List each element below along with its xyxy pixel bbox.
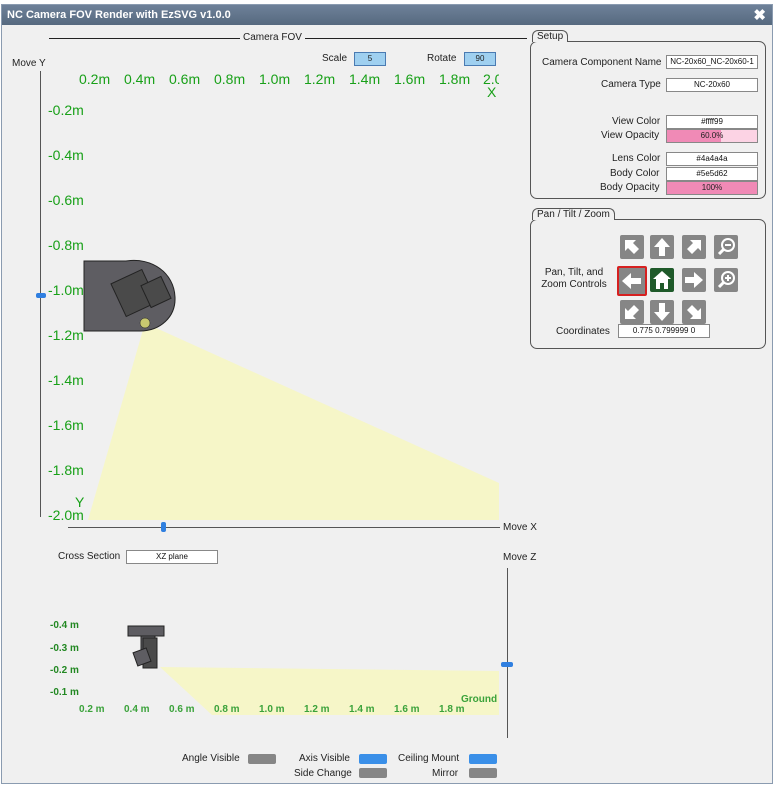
arrow-up-right-icon — [687, 240, 701, 254]
coordinates-input[interactable]: 0.775 0.799999 0 — [618, 324, 710, 338]
camera-type-label: Camera Type — [601, 79, 661, 90]
home-button[interactable] — [650, 268, 674, 292]
axis-visible-label: Axis Visible — [299, 753, 350, 764]
cs-x-tick: 1.2 m — [304, 704, 330, 715]
pan-up-right-button[interactable] — [682, 235, 706, 259]
arrow-down-right-icon — [687, 305, 701, 319]
zoom-out-button[interactable] — [714, 235, 738, 259]
view-color-label: View Color — [612, 116, 661, 127]
pan-down-left-button[interactable] — [620, 300, 644, 324]
ptz-panel-title: Pan / Tilt / Zoom — [532, 208, 615, 220]
lens-color-label: Lens Color — [612, 153, 661, 164]
arrow-up-icon — [654, 238, 670, 256]
side-change-label: Side Change — [294, 768, 352, 779]
z-tick: -0.3 m — [50, 643, 79, 654]
lens-color-input[interactable]: #4a4a4a — [666, 152, 758, 166]
ptz-controls-text: Pan, Tilt, and Zoom Controls — [541, 267, 607, 290]
zoom-in-button[interactable] — [714, 268, 738, 292]
mirror-label: Mirror — [432, 768, 459, 779]
coordinates-label: Coordinates — [556, 326, 610, 337]
cs-x-tick: 1.0 m — [259, 704, 285, 715]
cs-x-tick: 0.2 m — [79, 704, 105, 715]
z-tick: -0.2 m — [50, 665, 79, 676]
z-tick: -0.4 m — [50, 620, 79, 631]
side-change-toggle[interactable] — [359, 768, 387, 778]
arrow-up-left-icon — [625, 240, 639, 254]
ptz-controls-label: Pan, Tilt, and Zoom Controls — [538, 267, 610, 291]
cs-x-tick: 1.6 m — [394, 704, 420, 715]
pan-down-right-button[interactable] — [682, 300, 706, 324]
tilt-down-button[interactable] — [650, 300, 674, 324]
arrow-right-icon — [685, 272, 703, 288]
zoom-in-icon — [717, 271, 735, 289]
cs-x-tick: 0.6 m — [169, 704, 195, 715]
pan-right-button[interactable] — [682, 268, 706, 292]
body-opacity-slider[interactable]: 100% — [666, 181, 758, 195]
cs-x-tick: 1.8 m — [439, 704, 465, 715]
arrow-down-left-icon — [625, 305, 639, 319]
main-window: NC Camera FOV Render with EzSVG v1.0.0 ✖… — [1, 4, 773, 784]
camera-type-input[interactable]: NC-20x60 — [666, 78, 758, 92]
cs-x-tick: 0.4 m — [124, 704, 150, 715]
view-color-input[interactable]: #ffff99 — [666, 115, 758, 129]
pan-up-left-button[interactable] — [620, 235, 644, 259]
ground-label: Ground — [461, 694, 498, 705]
pan-left-button[interactable] — [617, 266, 647, 296]
arrow-left-icon — [622, 273, 641, 289]
body-color-label: Body Color — [610, 168, 660, 179]
zoom-out-icon — [717, 238, 735, 256]
component-name-input[interactable]: NC-20x60_NC-20x60-1 — [666, 55, 758, 69]
ceiling-mount-label: Ceiling Mount — [398, 753, 460, 764]
angle-visible-toggle[interactable] — [248, 754, 276, 764]
body-color-input[interactable]: #5e5d62 — [666, 167, 758, 181]
angle-visible-label: Angle Visible — [182, 753, 240, 764]
view-opacity-label: View Opacity — [601, 130, 660, 141]
body-opacity-label: Body Opacity — [600, 182, 660, 193]
tilt-up-button[interactable] — [650, 235, 674, 259]
home-icon — [653, 271, 671, 289]
ceiling-mount-plate — [127, 625, 165, 637]
arrow-down-icon — [654, 303, 670, 321]
cs-x-tick: 0.8 m — [214, 704, 240, 715]
z-tick: -0.1 m — [50, 687, 79, 698]
ceiling-mount-toggle[interactable] — [469, 754, 497, 764]
axis-visible-toggle[interactable] — [359, 754, 387, 764]
mirror-toggle[interactable] — [469, 768, 497, 778]
cs-x-tick: 1.4 m — [349, 704, 375, 715]
view-opacity-slider[interactable]: 60.0% — [666, 129, 758, 143]
setup-panel-title: Setup — [532, 30, 569, 42]
component-name-label: Camera Component Name — [542, 57, 662, 68]
